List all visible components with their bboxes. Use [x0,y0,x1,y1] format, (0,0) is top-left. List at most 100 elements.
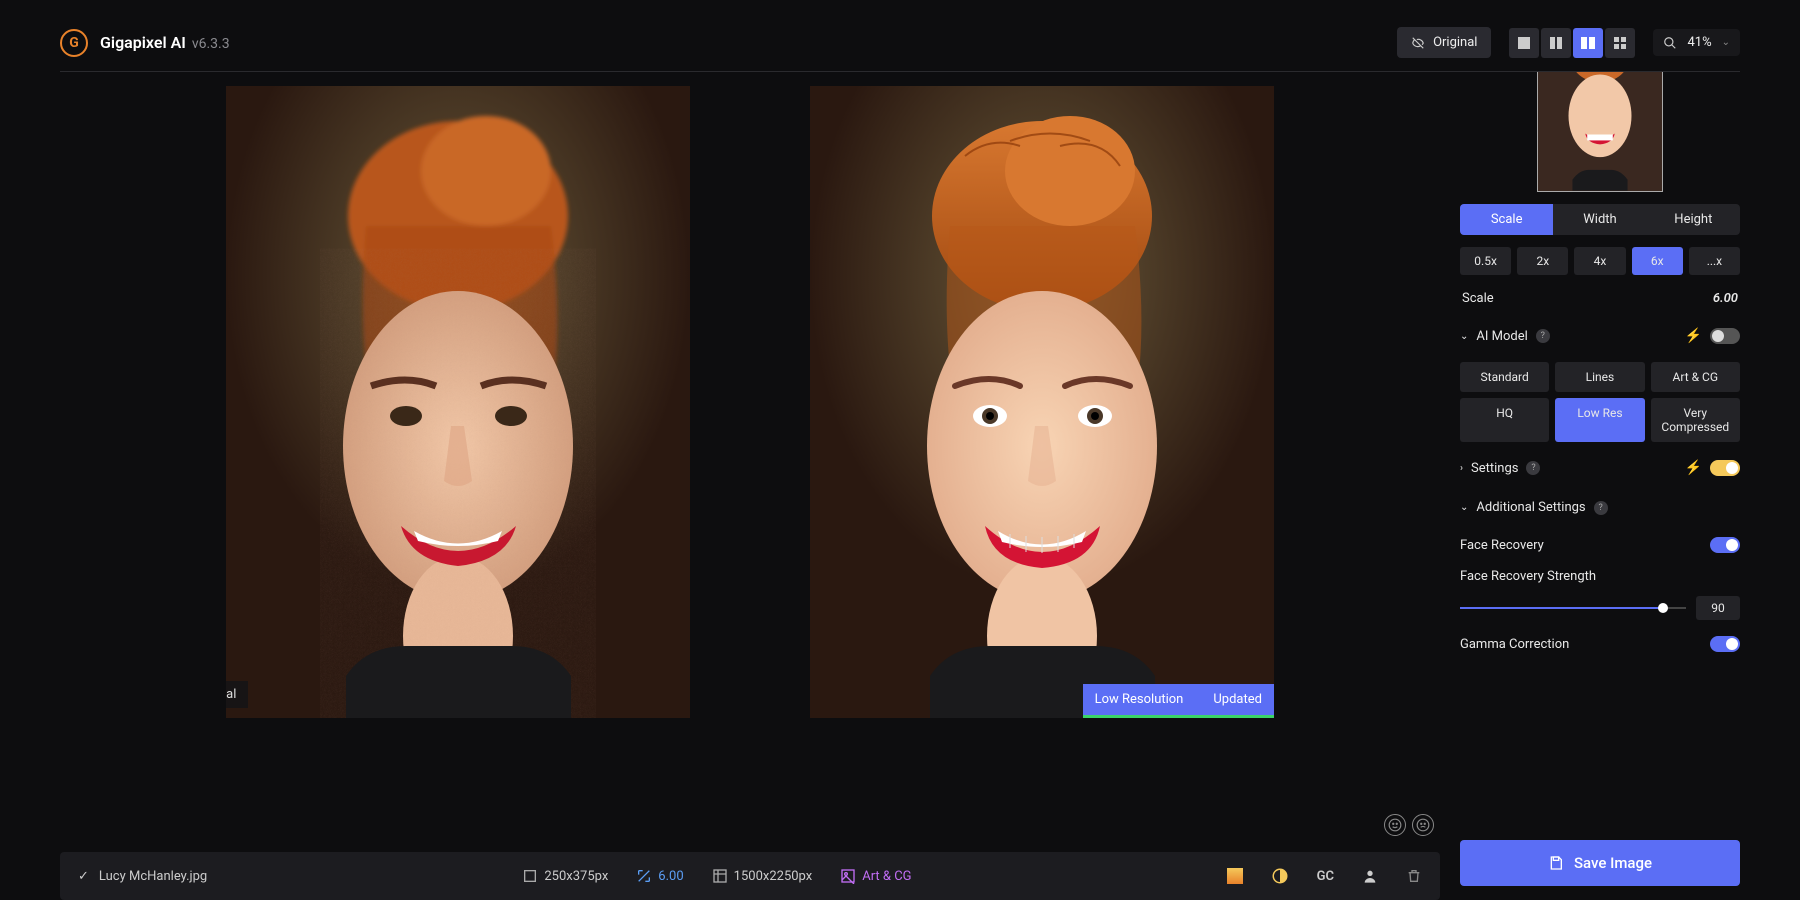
chevron-down-icon: ⌄ [1460,331,1468,342]
gamma-indicator: GC [1317,869,1334,884]
original-pane[interactable]: Original [226,86,690,718]
zoom-control[interactable]: 41% ⌄ [1653,29,1740,56]
face-strength-slider-row: 90 [1460,596,1740,620]
brand: G Gigapixel AI v6.3.3 [60,29,230,57]
expand-icon [636,868,652,884]
result-badge: Low Resolution Updated [1083,684,1274,718]
save-button-label: Save Image [1574,854,1652,872]
model-lines[interactable]: Lines [1555,362,1644,392]
additional-settings-label: Additional Settings [1476,500,1585,515]
ai-model-section-head[interactable]: ⌄ AI Model ? ⚡ [1460,322,1740,350]
topbar: G Gigapixel AI v6.3.3 Original 41% ⌄ [60,14,1740,72]
rate-bad-button[interactable] [1412,814,1434,836]
tab-height[interactable]: Height [1647,204,1740,235]
scale-0-5x[interactable]: 0.5x [1460,247,1511,275]
ai-model-label: AI Model [1476,329,1527,344]
tab-scale[interactable]: Scale [1460,204,1553,235]
bolt-icon: ⚡ [1685,328,1702,344]
scale-6x[interactable]: 6x [1632,247,1683,275]
file-selected[interactable]: ✓ Lucy McHanley.jpg [78,869,207,884]
app-name: Gigapixel AI [100,33,186,52]
face-indicator-icon [1362,868,1378,884]
delete-button[interactable] [1406,868,1422,884]
face-strength-label: Face Recovery Strength [1460,569,1740,584]
model-grid: Standard Lines Art & CG HQ Low Res Very … [1460,362,1740,442]
canvas-area: Original [60,72,1440,900]
scale-indicator: 6.00 [636,868,683,884]
model-standard[interactable]: Standard [1460,362,1549,392]
app-logo-icon: G [60,29,88,57]
settings-auto-toggle[interactable] [1710,460,1740,476]
rating-group [1384,814,1434,836]
original-image [226,86,690,718]
zoom-value: 41% [1687,35,1711,50]
face-recovery-row: Face Recovery [1460,533,1740,557]
original-toggle-button[interactable]: Original [1397,27,1491,58]
result-pane[interactable]: Low Resolution Updated [810,86,1274,718]
bolt-icon: ⚡ [1685,460,1702,476]
source-resolution: 250x375px [522,868,608,884]
settings-label: Settings [1471,461,1518,476]
output-resolution: 1500x2250px [712,868,813,884]
smile-icon [1388,818,1402,832]
sidebar: Scale Width Height 0.5x 2x 4x 6x ...x Sc… [1460,72,1740,900]
ai-model-auto-toggle[interactable] [1710,328,1740,344]
app-version: v6.3.3 [192,36,230,52]
original-label: Original [226,681,248,708]
resize-mode-tabs: Scale Width Height [1460,204,1740,235]
check-icon: ✓ [78,869,89,884]
scale-2x[interactable]: 2x [1517,247,1568,275]
help-icon[interactable]: ? [1526,461,1540,475]
gamma-row: Gamma Correction [1460,632,1740,656]
frown-icon [1416,818,1430,832]
scale-value: 6.00 [1713,291,1738,306]
person-icon [1362,868,1378,884]
view-grid-button[interactable] [1605,28,1635,58]
dimensions-icon [522,868,538,884]
help-icon[interactable]: ? [1594,501,1608,515]
navigator-thumbnail[interactable] [1537,72,1663,192]
result-image [810,86,1274,718]
help-icon[interactable]: ? [1536,329,1550,343]
face-recovery-toggle[interactable] [1710,537,1740,553]
model-very-compressed[interactable]: Very Compressed [1651,398,1740,442]
view-single-button[interactable] [1509,28,1539,58]
view-mode-group [1509,28,1635,58]
image-icon [840,868,856,884]
scale-custom[interactable]: ...x [1689,247,1740,275]
gamma-label: Gamma Correction [1460,637,1569,652]
face-strength-value[interactable]: 90 [1696,596,1740,620]
result-status-label: Updated [1213,692,1262,707]
output-icon [712,868,728,884]
zoom-icon [1663,36,1677,50]
rate-good-button[interactable] [1384,814,1406,836]
filename-label: Lucy McHanley.jpg [99,869,207,884]
chevron-down-icon: ⌄ [1460,502,1468,513]
scale-4x[interactable]: 4x [1574,247,1625,275]
model-art-cg[interactable]: Art & CG [1651,362,1740,392]
face-strength-slider[interactable] [1460,607,1686,609]
face-recovery-label: Face Recovery [1460,538,1544,553]
model-hq[interactable]: HQ [1460,398,1549,442]
view-split-button[interactable] [1541,28,1571,58]
color-swatch-icon[interactable] [1227,868,1243,884]
contrast-icon [1271,867,1289,885]
save-image-button[interactable]: Save Image [1460,840,1740,886]
eye-off-icon [1411,36,1425,50]
view-side-by-side-button[interactable] [1573,28,1603,58]
model-low-res[interactable]: Low Res [1555,398,1644,442]
trash-icon [1406,868,1422,884]
tab-width[interactable]: Width [1553,204,1646,235]
scale-presets: 0.5x 2x 4x 6x ...x [1460,247,1740,275]
gamma-toggle[interactable] [1710,636,1740,652]
model-indicator: Art & CG [840,868,911,884]
compare-icon[interactable] [1271,867,1289,885]
additional-settings-head[interactable]: ⌄ Additional Settings ? [1460,494,1740,521]
scale-label: Scale [1462,291,1494,306]
chevron-right-icon: › [1460,463,1463,474]
chevron-down-icon: ⌄ [1722,37,1730,48]
save-icon [1548,855,1564,871]
settings-section-head[interactable]: › Settings ? ⚡ [1460,454,1740,482]
result-mode-label: Low Resolution [1095,692,1184,707]
original-toggle-label: Original [1433,35,1477,50]
